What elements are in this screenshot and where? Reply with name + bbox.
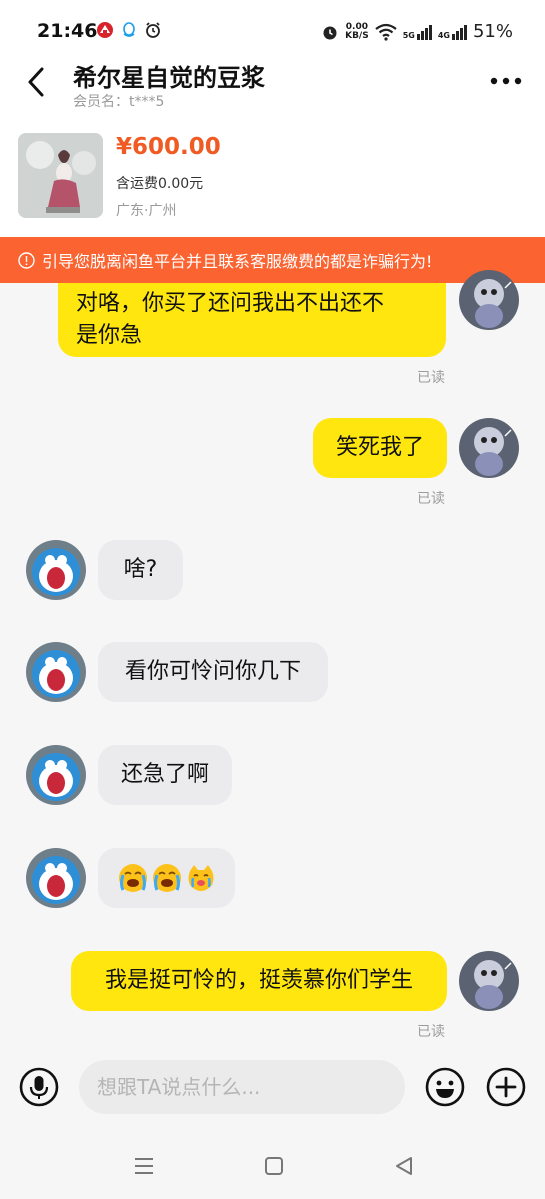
alarm-icon	[323, 26, 337, 39]
message-text: 对咯，你买了还问我出不出还不	[76, 291, 385, 316]
product-figurine-image	[18, 133, 103, 218]
menu-icon[interactable]	[132, 1154, 156, 1178]
message-text: 笑死我了	[335, 435, 424, 460]
message-bubble-received[interactable]: 啥?	[98, 540, 183, 600]
doll-avatar-image	[459, 270, 519, 330]
message-text: 我是挺可怜的，挺羡慕你们学生	[104, 968, 413, 993]
signal-bars-icon	[451, 24, 467, 40]
signal-4g-icon: 4G	[438, 24, 467, 40]
home-icon[interactable]	[262, 1154, 286, 1178]
qq-icon	[123, 22, 135, 37]
status-notification-icons	[96, 21, 162, 39]
doraemon-avatar-image	[26, 540, 86, 600]
my-avatar[interactable]	[459, 270, 519, 330]
message-bubble-received[interactable]	[98, 848, 235, 908]
doll-avatar-image	[459, 418, 519, 478]
shipping-fee: 含运费0.00元	[116, 176, 204, 192]
my-avatar[interactable]	[459, 418, 519, 478]
signal-5g-icon: 5G	[403, 24, 432, 40]
status-time: 21:46	[37, 20, 98, 42]
status-bar: 21:46 0.00 KB/S 5G 4G 51%	[0, 14, 545, 50]
contact-avatar[interactable]	[26, 745, 86, 805]
my-avatar[interactable]	[459, 951, 519, 1011]
bank-app-icon	[97, 22, 113, 38]
system-navigation-bar	[0, 1140, 545, 1199]
message-text: 啥?	[123, 557, 158, 582]
doll-avatar-image	[459, 951, 519, 1011]
emoji-button[interactable]	[425, 1067, 465, 1107]
fraud-warning-banner: 引导您脱离闲鱼平台并且联系客服缴费的都是诈骗行为!	[0, 237, 545, 283]
message-bubble-sent[interactable]: 笑死我了	[313, 418, 447, 478]
network-speed: 0.00 KB/S	[345, 22, 369, 41]
back-arrow-icon[interactable]	[22, 64, 54, 100]
read-status: 已读	[417, 491, 445, 507]
message-text: 还急了啊	[120, 762, 209, 787]
alarm-icon	[146, 22, 160, 38]
message-bubble-received[interactable]: 看你可怜问你几下	[98, 642, 328, 702]
member-name: 会员名：t***5	[73, 94, 165, 110]
message-text: 看你可怜问你几下	[124, 659, 301, 684]
crying-cat-face-icon	[188, 865, 213, 891]
message-input[interactable]	[79, 1060, 405, 1114]
loudly-crying-face-icon	[152, 864, 181, 892]
message-text: 是你急	[76, 323, 143, 348]
doraemon-avatar-image	[26, 642, 86, 702]
read-status: 已读	[417, 1024, 445, 1040]
product-thumbnail[interactable]	[18, 133, 103, 218]
product-location: 广东·广州	[116, 203, 177, 219]
read-status: 已读	[417, 370, 445, 386]
signal-5g-label: 5G	[402, 30, 415, 40]
doraemon-avatar-image	[26, 745, 86, 805]
voice-input-button[interactable]	[19, 1067, 59, 1107]
loudly-crying-face-icon	[118, 864, 147, 892]
doraemon-avatar-image	[26, 848, 86, 908]
wifi-icon	[375, 23, 397, 41]
back-triangle-icon[interactable]	[392, 1154, 416, 1178]
product-card[interactable]: ¥600.00 含运费0.00元 广东·广州	[0, 126, 545, 226]
more-options-icon[interactable]	[489, 74, 523, 88]
product-price: ¥600.00	[116, 134, 221, 160]
signal-bars-icon	[416, 24, 432, 40]
chat-header: 希尔星自觉的豆浆 会员名：t***5	[0, 54, 545, 116]
message-bubble-sent[interactable]: 我是挺可怜的，挺羡慕你们学生	[71, 951, 447, 1011]
warning-text: 引导您脱离闲鱼平台并且联系客服缴费的都是诈骗行为!	[42, 252, 433, 271]
message-bubble-received[interactable]: 还急了啊	[98, 745, 232, 805]
signal-4g-label: 4G	[437, 30, 450, 40]
add-more-button[interactable]	[486, 1067, 526, 1107]
message-bubble-sent[interactable]: 对咯，你买了还问我出不出还不 是你急	[58, 283, 446, 357]
warning-icon	[18, 251, 35, 269]
chat-title[interactable]: 希尔星自觉的豆浆	[73, 58, 265, 93]
status-system-icons: 0.00 KB/S 5G 4G 51%	[321, 21, 513, 42]
battery-level: 51%	[472, 21, 513, 42]
message-input-bar	[0, 1049, 545, 1129]
contact-avatar[interactable]	[26, 848, 86, 908]
contact-avatar[interactable]	[26, 642, 86, 702]
net-speed-unit: KB/S	[345, 30, 369, 41]
contact-avatar[interactable]	[26, 540, 86, 600]
